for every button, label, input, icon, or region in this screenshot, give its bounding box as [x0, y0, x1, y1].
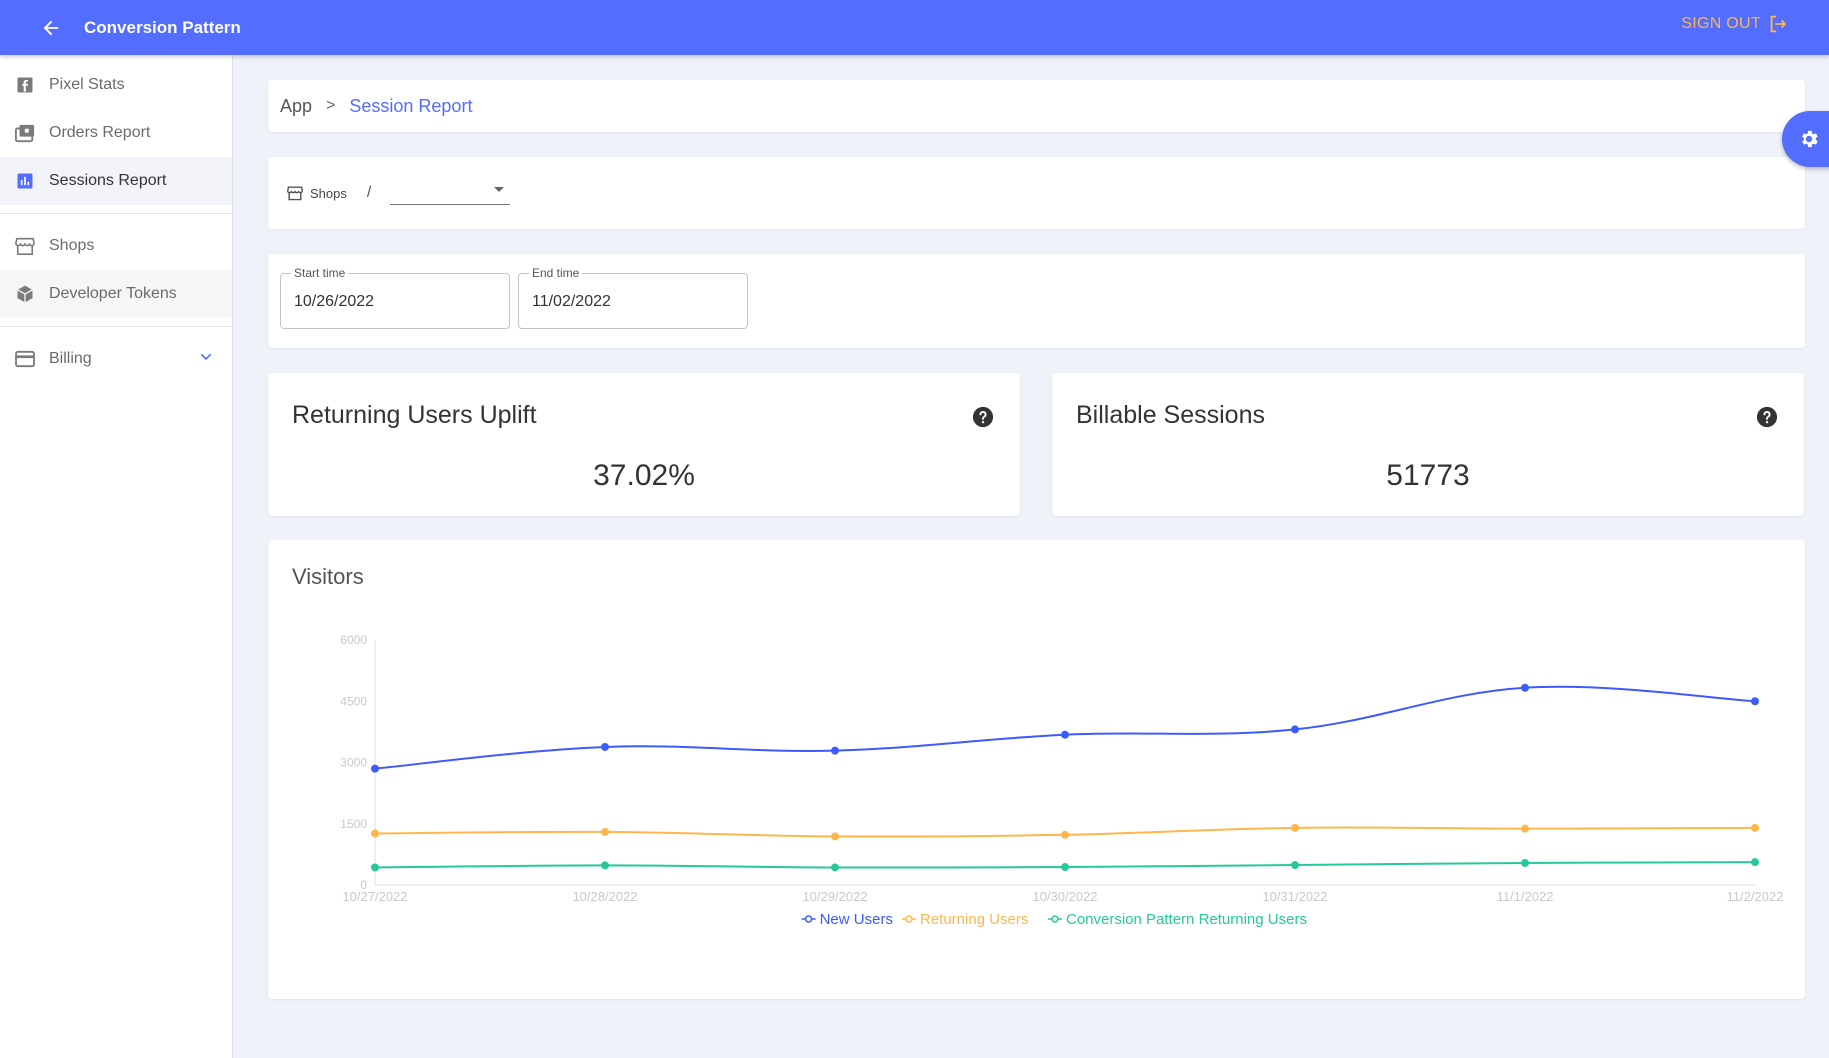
stat-title: Returning Users Uplift	[292, 401, 537, 429]
sidebar-item-pixel-stats[interactable]: Pixel Stats	[0, 61, 232, 109]
y-tick-label: 4500	[340, 694, 367, 708]
back-arrow-icon[interactable]	[36, 13, 66, 43]
start-time-field[interactable]: Start time 10/26/2022	[280, 266, 510, 329]
data-point	[601, 742, 609, 751]
x-tick-label: 10/31/2022	[1262, 889, 1327, 904]
end-time-field[interactable]: End time 11/02/2022	[518, 266, 748, 329]
sidebar-item-developer-tokens[interactable]: Developer Tokens	[0, 270, 232, 318]
app-title: Conversion Pattern	[84, 17, 241, 37]
returning-users-uplift-card: Returning Users Uplift 37.02%	[268, 373, 1020, 516]
data-point	[1751, 697, 1759, 706]
data-point	[601, 827, 609, 836]
data-point	[601, 861, 609, 870]
billable-sessions-card: Billable Sessions 51773	[1052, 373, 1804, 516]
data-point	[1061, 730, 1069, 739]
sidebar-item-label: Pixel Stats	[49, 76, 125, 93]
legend-label: Conversion Pattern Returning Users	[1066, 911, 1307, 928]
legend-marker-dot	[1051, 915, 1059, 923]
x-tick-label: 10/28/2022	[572, 889, 637, 904]
y-tick-label: 6000	[340, 633, 367, 647]
series-line-0	[374, 685, 1756, 770]
data-point	[831, 863, 839, 872]
shops-label: Shops	[310, 185, 347, 201]
stat-value: 37.02%	[593, 459, 695, 492]
legend-label: Returning Users	[920, 911, 1028, 928]
sign-out-label: SIGN OUT	[1681, 15, 1761, 32]
start-time-label: Start time	[291, 266, 349, 280]
sidebar-item-label: Billing	[49, 350, 92, 367]
facebook-icon	[14, 74, 36, 96]
app-bar: Conversion Pattern SIGN OUT	[0, 0, 1829, 55]
data-point	[1521, 683, 1529, 692]
data-point	[1061, 863, 1069, 872]
sidebar-item-sessions-report[interactable]: Sessions Report	[0, 157, 232, 205]
start-time-value: 10/26/2022	[294, 293, 375, 310]
data-point	[1751, 858, 1759, 867]
breadcrumb-root[interactable]: App	[280, 96, 312, 117]
logout-icon	[1770, 15, 1787, 33]
x-tick-label: 11/2/2022	[1727, 889, 1784, 904]
chevron-down-icon[interactable]	[198, 349, 214, 370]
data-point	[371, 764, 379, 773]
settings-fab[interactable]	[1782, 111, 1829, 167]
end-time-label: End time	[529, 266, 583, 280]
sidebar-divider	[0, 213, 232, 214]
visitors-chart-card: Visitors 0 1500 3000 4500 6000 10/27/2022 10/2…	[268, 540, 1805, 999]
sidebar-item-orders-report[interactable]: Orders Report	[0, 109, 232, 157]
shop-select[interactable]	[390, 175, 510, 205]
orders-icon	[14, 122, 36, 144]
y-tick-label: 1500	[340, 817, 367, 831]
breadcrumb-separator: >	[326, 97, 336, 114]
help-icon[interactable]	[1756, 406, 1778, 428]
data-point	[1291, 823, 1299, 832]
x-tick-label: 11/1/2022	[1497, 889, 1554, 904]
data-point	[1751, 823, 1759, 832]
data-point	[831, 746, 839, 755]
x-tick-label: 10/29/2022	[802, 889, 867, 904]
x-tick-label: 10/27/2022	[342, 889, 407, 904]
dropdown-caret-icon	[494, 187, 504, 192]
legend-marker-dot	[905, 915, 913, 923]
credit-card-icon	[14, 348, 36, 370]
shops-separator: /	[366, 184, 372, 201]
breadcrumb-current: Session Report	[349, 95, 473, 116]
sidebar-item-shops[interactable]: Shops	[0, 222, 232, 270]
legend-marker-dot	[804, 915, 813, 923]
gear-icon	[1802, 130, 1818, 148]
data-point	[1521, 824, 1529, 833]
sidebar-item-label: Sessions Report	[49, 172, 167, 189]
y-tick-label: 3000	[340, 756, 367, 770]
end-time-value: 11/02/2022	[532, 293, 611, 310]
data-point	[1061, 830, 1069, 839]
bar-chart-icon	[14, 170, 36, 192]
shop-filter-card: Shops /	[268, 157, 1805, 229]
sidebar-item-billing[interactable]: Billing	[0, 335, 232, 383]
sidebar-item-label: Orders Report	[49, 124, 151, 141]
sign-out-button[interactable]: SIGN OUT	[1681, 13, 1789, 35]
sidebar-item-label: Developer Tokens	[49, 285, 177, 302]
storefront-icon	[14, 235, 36, 257]
data-point	[1291, 725, 1299, 734]
data-point	[371, 863, 379, 872]
help-icon[interactable]	[972, 406, 994, 428]
sidebar-divider	[0, 326, 232, 327]
x-tick-label: 10/30/2022	[1032, 889, 1097, 904]
data-point	[371, 829, 379, 838]
sidebar: Pixel Stats Orders Report Sessions Repor…	[0, 55, 233, 1058]
data-point	[1291, 860, 1299, 869]
stat-title: Billable Sessions	[1076, 401, 1265, 429]
storefront-icon	[286, 185, 304, 201]
date-range-card: Start time 10/26/2022 End time 11/02/202…	[268, 254, 1805, 348]
sidebar-item-label: Shops	[49, 237, 95, 254]
cube-icon	[14, 283, 36, 305]
stat-value: 51773	[1386, 459, 1470, 492]
data-point	[831, 832, 839, 841]
visitors-line-chart: 0150030004500600010/27/2022 10/28/2022 10/…	[340, 633, 1784, 928]
breadcrumb: App > Session Report	[268, 80, 1805, 132]
data-point	[1521, 858, 1529, 867]
legend-label: New Users	[820, 911, 893, 928]
